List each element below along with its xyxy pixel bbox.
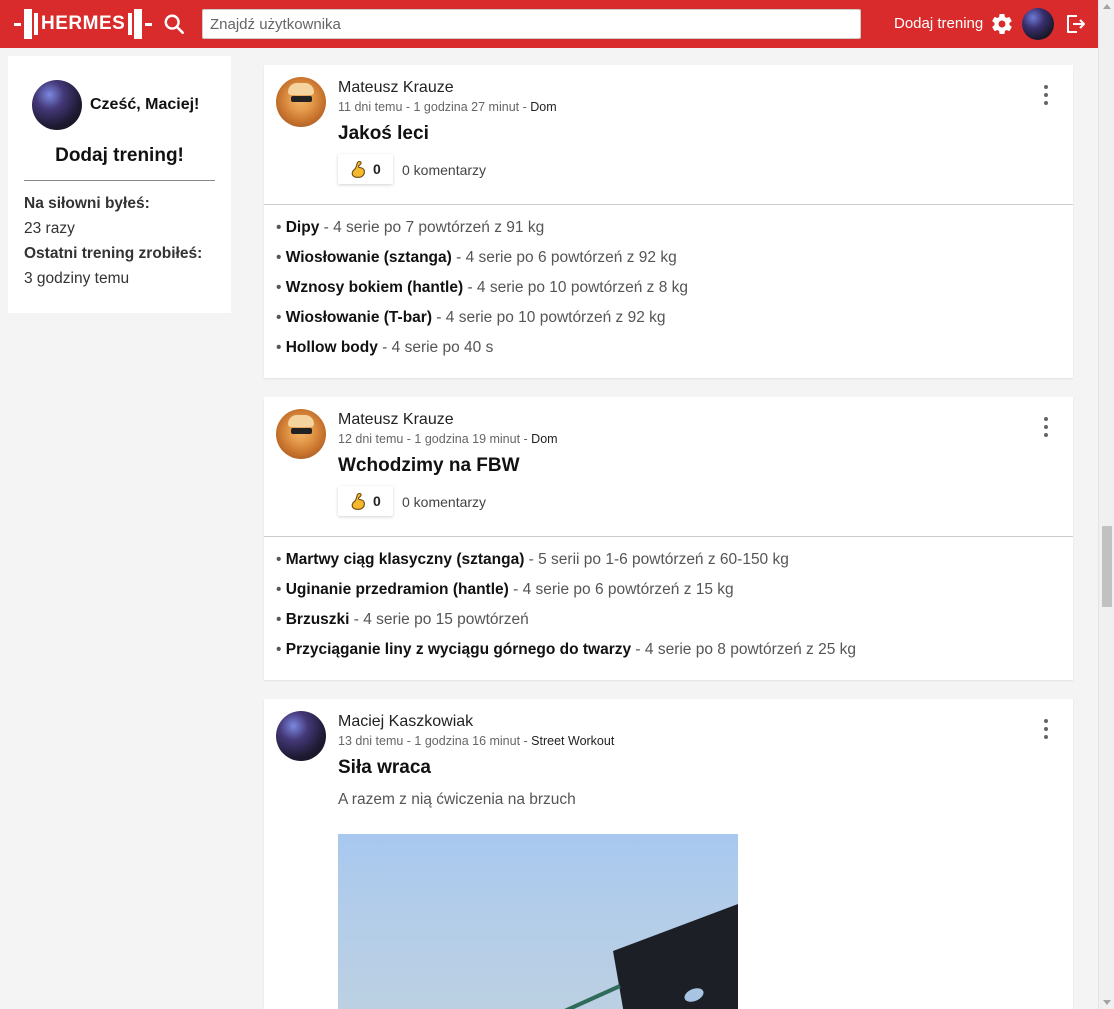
exercise-name: Martwy ciąg klasyczny (sztanga) — [285, 551, 525, 568]
post-meta: 11 dni temu - 1 godzina 27 minut - Dom — [338, 100, 557, 114]
logo-bar — [134, 9, 143, 39]
hermes-logo[interactable]: HERMES — [14, 7, 156, 41]
meta-separator: - — [520, 432, 532, 446]
exercise-detail: - 4 serie po 10 powtórzeń z 8 kg — [463, 279, 689, 296]
more-options-icon[interactable] — [1040, 719, 1052, 739]
exercise-item: • Martwy ciąg klasyczny (sztanga) - 5 se… — [276, 551, 789, 568]
logout-icon[interactable] — [1063, 12, 1087, 36]
post-title[interactable]: Wchodzimy na FBW — [338, 455, 520, 477]
logo-bar — [14, 22, 21, 26]
logo-bar — [128, 13, 133, 35]
exercise-name: Wiosłowanie (T-bar) — [285, 309, 432, 326]
post-card: Maciej Kaszkowiak 13 dni temu - 1 godzin… — [264, 699, 1073, 1009]
exercise-detail: - 4 serie po 40 s — [377, 339, 494, 356]
post-card: Mateusz Krauze 11 dni temu - 1 godzina 2… — [264, 65, 1073, 378]
exercise-item: • Wiosłowanie (T-bar) - 4 serie po 10 po… — [276, 309, 666, 326]
exercise-item: • Uginanie przedramion (hantle) - 4 seri… — [276, 581, 734, 598]
comments-link[interactable]: 0 komentarzy — [402, 162, 486, 178]
profile-avatar[interactable] — [32, 80, 82, 130]
gear-icon[interactable] — [990, 12, 1014, 36]
exercise-name: Dipy — [285, 219, 320, 236]
logo-bar — [34, 13, 38, 35]
logo-bar — [24, 9, 32, 39]
last-training-value: 3 godziny temu — [24, 270, 130, 287]
more-options-icon[interactable] — [1040, 417, 1052, 437]
more-options-icon[interactable] — [1040, 85, 1052, 105]
flexed-bicep-icon — [351, 492, 365, 510]
post-description: A razem z nią ćwiczenia na brzuch — [338, 791, 576, 808]
search-icon[interactable] — [163, 13, 185, 35]
exercise-detail: - 4 serie po 8 powtórzeń z 25 kg — [631, 641, 856, 658]
exercise-detail: - 4 serie po 7 powtórzeń z 91 kg — [319, 219, 545, 236]
scroll-thumb[interactable] — [1102, 526, 1112, 607]
page-scrollbar[interactable] — [1098, 0, 1114, 1009]
exercise-item: • Przyciąganie liny z wyciągu górnego do… — [276, 641, 856, 658]
card-divider — [264, 536, 1073, 537]
user-search-input[interactable] — [202, 9, 861, 39]
post-time: 11 dni temu - 1 godzina 27 minut — [338, 100, 520, 114]
post-meta: 13 dni temu - 1 godzina 16 minut - Stree… — [338, 734, 614, 748]
author-avatar[interactable] — [276, 77, 326, 127]
top-navbar: HERMES Dodaj trening — [0, 0, 1098, 48]
post-card: Mateusz Krauze 12 dni temu - 1 godzina 1… — [264, 397, 1073, 680]
exercise-detail: - 4 serie po 6 powtórzeń z 15 kg — [508, 581, 734, 598]
comments-link[interactable]: 0 komentarzy — [402, 494, 486, 510]
author-avatar[interactable] — [276, 409, 326, 459]
logo-bar — [145, 22, 153, 26]
post-time: 12 dni temu - 1 godzina 19 minut — [338, 432, 521, 446]
user-avatar[interactable] — [1022, 8, 1054, 40]
exercise-item: • Dipy - 4 serie po 7 powtórzeń z 91 kg — [276, 219, 545, 236]
exercise-name: Brzuszki — [285, 611, 350, 628]
photo-content — [564, 904, 738, 1009]
exercise-item: • Wznosy bokiem (hantle) - 4 serie po 10… — [276, 279, 689, 296]
scroll-down-arrow[interactable] — [1103, 1000, 1111, 1005]
meta-separator: - — [519, 100, 531, 114]
profile-sidebar: Cześć, Maciej! Dodaj trening! Na siłowni… — [8, 56, 231, 313]
card-divider — [264, 204, 1073, 205]
post-author[interactable]: Mateusz Krauze — [338, 411, 454, 429]
exercise-name: Wiosłowanie (sztanga) — [285, 249, 452, 266]
exercise-name: Uginanie przedramion (hantle) — [285, 581, 509, 598]
scroll-up-arrow[interactable] — [1103, 4, 1111, 9]
exercise-name: Przyciąganie liny z wyciągu górnego do t… — [285, 641, 632, 658]
exercise-item: • Brzuszki - 4 serie po 15 powtórzeń — [276, 611, 529, 628]
exercise-detail: - 4 serie po 10 powtórzeń z 92 kg — [432, 309, 666, 326]
visits-value: 23 razy — [24, 220, 75, 237]
exercise-detail: - 5 serii po 1-6 powtórzeń z 60-150 kg — [524, 551, 789, 568]
add-training-link[interactable]: Dodaj trening — [894, 15, 983, 32]
post-title[interactable]: Jakoś leci — [338, 123, 429, 145]
exercise-name: Hollow body — [285, 339, 378, 356]
like-button[interactable]: 0 — [338, 154, 393, 184]
add-training-button[interactable]: Dodaj trening! — [8, 145, 231, 167]
exercise-name: Wznosy bokiem (hantle) — [285, 279, 464, 296]
flexed-bicep-icon — [351, 160, 365, 178]
like-count: 0 — [373, 493, 381, 509]
greeting: Cześć, Maciej! — [90, 96, 200, 113]
post-time: 13 dni temu - 1 godzina 16 minut — [338, 734, 521, 748]
post-location[interactable]: Dom — [530, 100, 556, 114]
post-author[interactable]: Mateusz Krauze — [338, 79, 454, 97]
author-avatar[interactable] — [276, 711, 326, 761]
logo-text: HERMES — [41, 13, 126, 34]
meta-separator: - — [520, 734, 532, 748]
sidebar-divider — [24, 180, 215, 181]
exercise-detail: - 4 serie po 6 powtórzeń z 92 kg — [451, 249, 677, 266]
post-location[interactable]: Street Workout — [531, 734, 614, 748]
exercise-item: • Hollow body - 4 serie po 40 s — [276, 339, 494, 356]
post-title[interactable]: Siła wraca — [338, 757, 431, 779]
visits-label: Na siłowni byłeś: — [24, 195, 150, 212]
like-count: 0 — [373, 161, 381, 177]
exercise-detail: - 4 serie po 15 powtórzeń — [349, 611, 529, 628]
post-meta: 12 dni temu - 1 godzina 19 minut - Dom — [338, 432, 558, 446]
exercise-item: • Wiosłowanie (sztanga) - 4 serie po 6 p… — [276, 249, 677, 266]
last-training-label: Ostatni trening zrobiłeś: — [24, 245, 203, 262]
post-author[interactable]: Maciej Kaszkowiak — [338, 713, 473, 731]
post-photo[interactable] — [338, 834, 738, 1009]
post-location[interactable]: Dom — [531, 432, 557, 446]
like-button[interactable]: 0 — [338, 486, 393, 516]
